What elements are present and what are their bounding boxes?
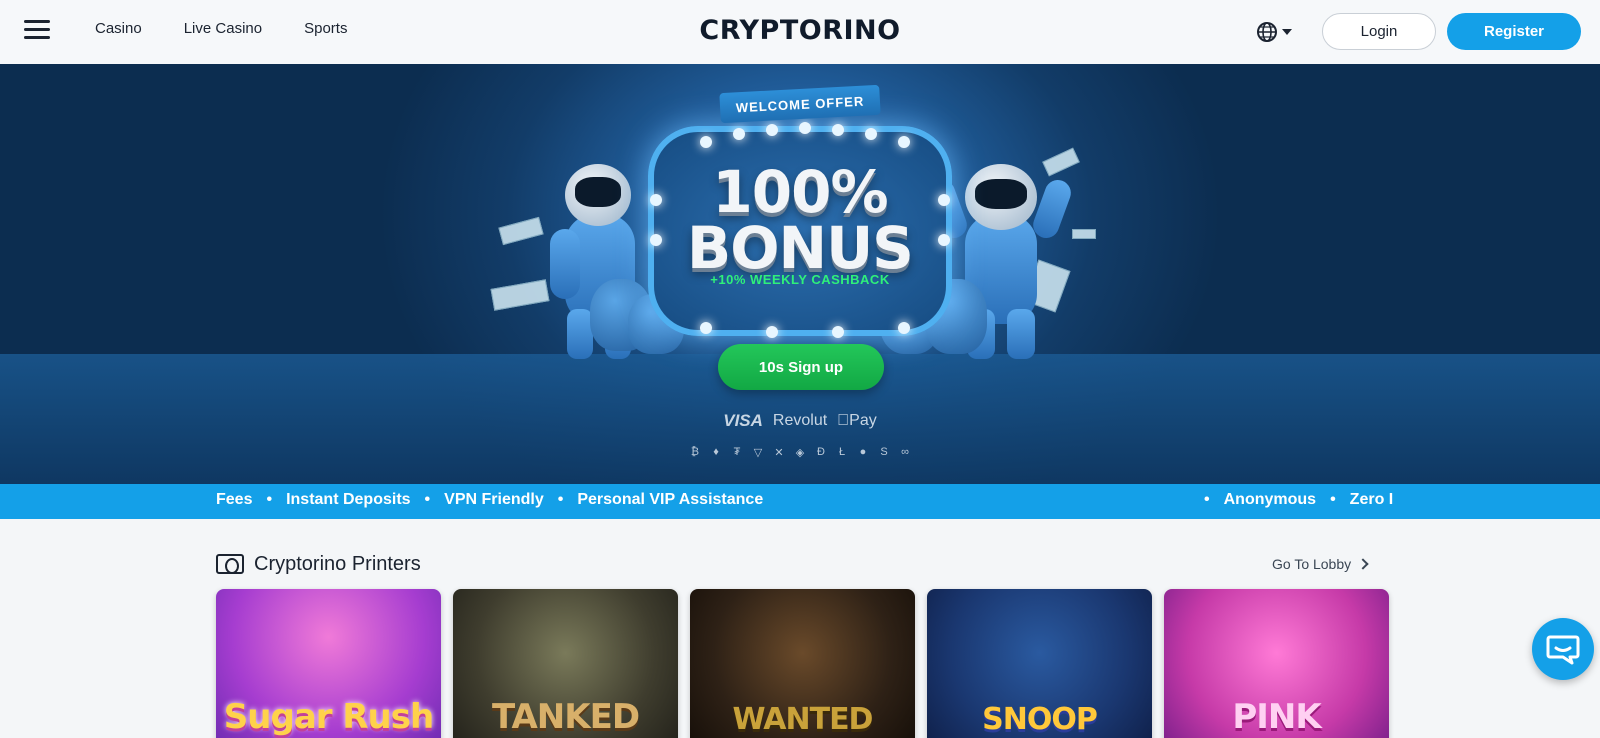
game-title: WANTED — [732, 702, 874, 737]
ticker-dot: • — [266, 491, 273, 508]
go-to-lobby-label: Go To Lobby — [1272, 556, 1352, 572]
login-button[interactable]: Login — [1322, 13, 1436, 50]
tether-icon: ₮ — [733, 446, 741, 458]
litecoin-icon: Ł — [838, 446, 846, 458]
ticker-item: Zero I — [1349, 491, 1394, 508]
bonus-percent: 100% — [712, 158, 888, 226]
ticker-item: VPN Friendly — [444, 491, 544, 508]
caret-down-icon — [1282, 29, 1292, 35]
chevron-right-icon — [1357, 558, 1369, 570]
solana-icon: S — [880, 446, 888, 458]
ticker-item: Personal VIP Assistance — [577, 491, 764, 508]
game-card[interactable]: Sugar Rush — [216, 589, 441, 738]
token-icon: ● — [859, 446, 867, 458]
sign-bulb — [898, 322, 910, 334]
signup-button[interactable]: 10s Sign up — [718, 344, 884, 390]
visa-logo: VISA — [723, 411, 763, 430]
ticker-dot: • — [557, 491, 564, 508]
menu-icon[interactable] — [24, 20, 50, 42]
features-ticker: Fees • Instant Deposits • VPN Friendly •… — [0, 484, 1600, 519]
game-title: TANKED — [491, 697, 640, 737]
apple-icon:  — [837, 412, 849, 429]
game-cards: Sugar Rush TANKED WANTED SNOOP PINK — [216, 589, 1389, 738]
revolut-logo: Revolut — [772, 412, 828, 429]
ticker-item: Instant Deposits — [286, 491, 411, 508]
dogecoin-icon: Đ — [817, 446, 825, 458]
nav-sports[interactable]: Sports — [304, 20, 347, 37]
game-card[interactable]: TANKED — [453, 589, 678, 738]
sign-bulb — [865, 128, 877, 140]
sign-bulb — [733, 128, 745, 140]
ticker-dot: • — [1330, 491, 1336, 508]
sign-bulb — [898, 136, 910, 148]
globe-icon — [1257, 22, 1277, 42]
game-title: Sugar Rush — [223, 697, 434, 737]
ticker-item: Fees — [216, 491, 253, 508]
cash-note — [490, 279, 550, 311]
ticker-item: Anonymous — [1223, 491, 1317, 508]
game-title: SNOOP — [982, 702, 1098, 737]
section-title: Cryptorino Printers — [254, 552, 421, 575]
game-card[interactable]: SNOOP — [927, 589, 1152, 738]
nav-casino[interactable]: Casino — [95, 20, 142, 37]
apple-pay-logo: Pay — [837, 412, 877, 430]
sign-bulb — [700, 136, 712, 148]
section-header: Cryptorino Printers — [216, 551, 1386, 577]
cashback-text: +10% WEEKLY CASHBACK — [710, 272, 890, 287]
tron-icon: ▽ — [753, 447, 763, 459]
bonus-headline: 100% BONUS — [648, 158, 952, 282]
cash-note — [1072, 229, 1096, 239]
game-card[interactable]: WANTED — [690, 589, 915, 738]
sign-bulb — [832, 326, 844, 338]
crypto-icons-row: ₿ ♦ ₮ ▽ ✕ ◈ Đ Ł ● S ∞ — [0, 446, 1600, 459]
register-button[interactable]: Register — [1447, 13, 1581, 50]
ticker-dot: • — [424, 491, 431, 508]
welcome-offer-ribbon: WELCOME OFFER — [719, 84, 881, 124]
ticker-group-right: • Anonymous • Zero I — [1204, 491, 1407, 509]
bnb-icon: ◈ — [795, 447, 805, 459]
sign-bulb — [766, 124, 778, 136]
ticker-group-left: Fees • Instant Deposits • VPN Friendly •… — [216, 491, 777, 509]
sign-bulb — [766, 326, 778, 338]
sign-bulb — [700, 322, 712, 334]
money-icon — [216, 554, 244, 574]
ticker-dot: • — [1204, 491, 1210, 508]
chat-bubble-icon — [1546, 635, 1580, 665]
nav-live-casino[interactable]: Live Casino — [184, 20, 262, 37]
xrp-icon: ✕ — [774, 447, 784, 459]
go-to-lobby-link[interactable]: Go To Lobby — [1272, 556, 1369, 572]
payment-methods: VISA Revolut Pay — [0, 411, 1600, 431]
main-nav: Casino Live Casino Sports — [95, 20, 389, 37]
language-selector[interactable] — [1256, 19, 1300, 45]
sign-bulb — [799, 122, 811, 134]
chainlink-icon: ∞ — [901, 446, 909, 458]
top-header: Casino Live Casino Sports CRYPTORINO Log… — [0, 0, 1600, 64]
chat-button[interactable] — [1532, 618, 1594, 680]
ethereum-icon: ♦ — [713, 446, 719, 458]
cash-note — [498, 216, 544, 246]
game-card[interactable]: PINK — [1164, 589, 1389, 738]
hero-banner[interactable]: WELCOME OFFER 100% BONUS +10% WEEKLY CAS… — [0, 64, 1600, 484]
game-title: PINK — [1232, 697, 1321, 737]
bitcoin-icon: ₿ — [690, 446, 700, 458]
bonus-word: BONUS — [687, 214, 914, 282]
sign-bulb — [832, 124, 844, 136]
